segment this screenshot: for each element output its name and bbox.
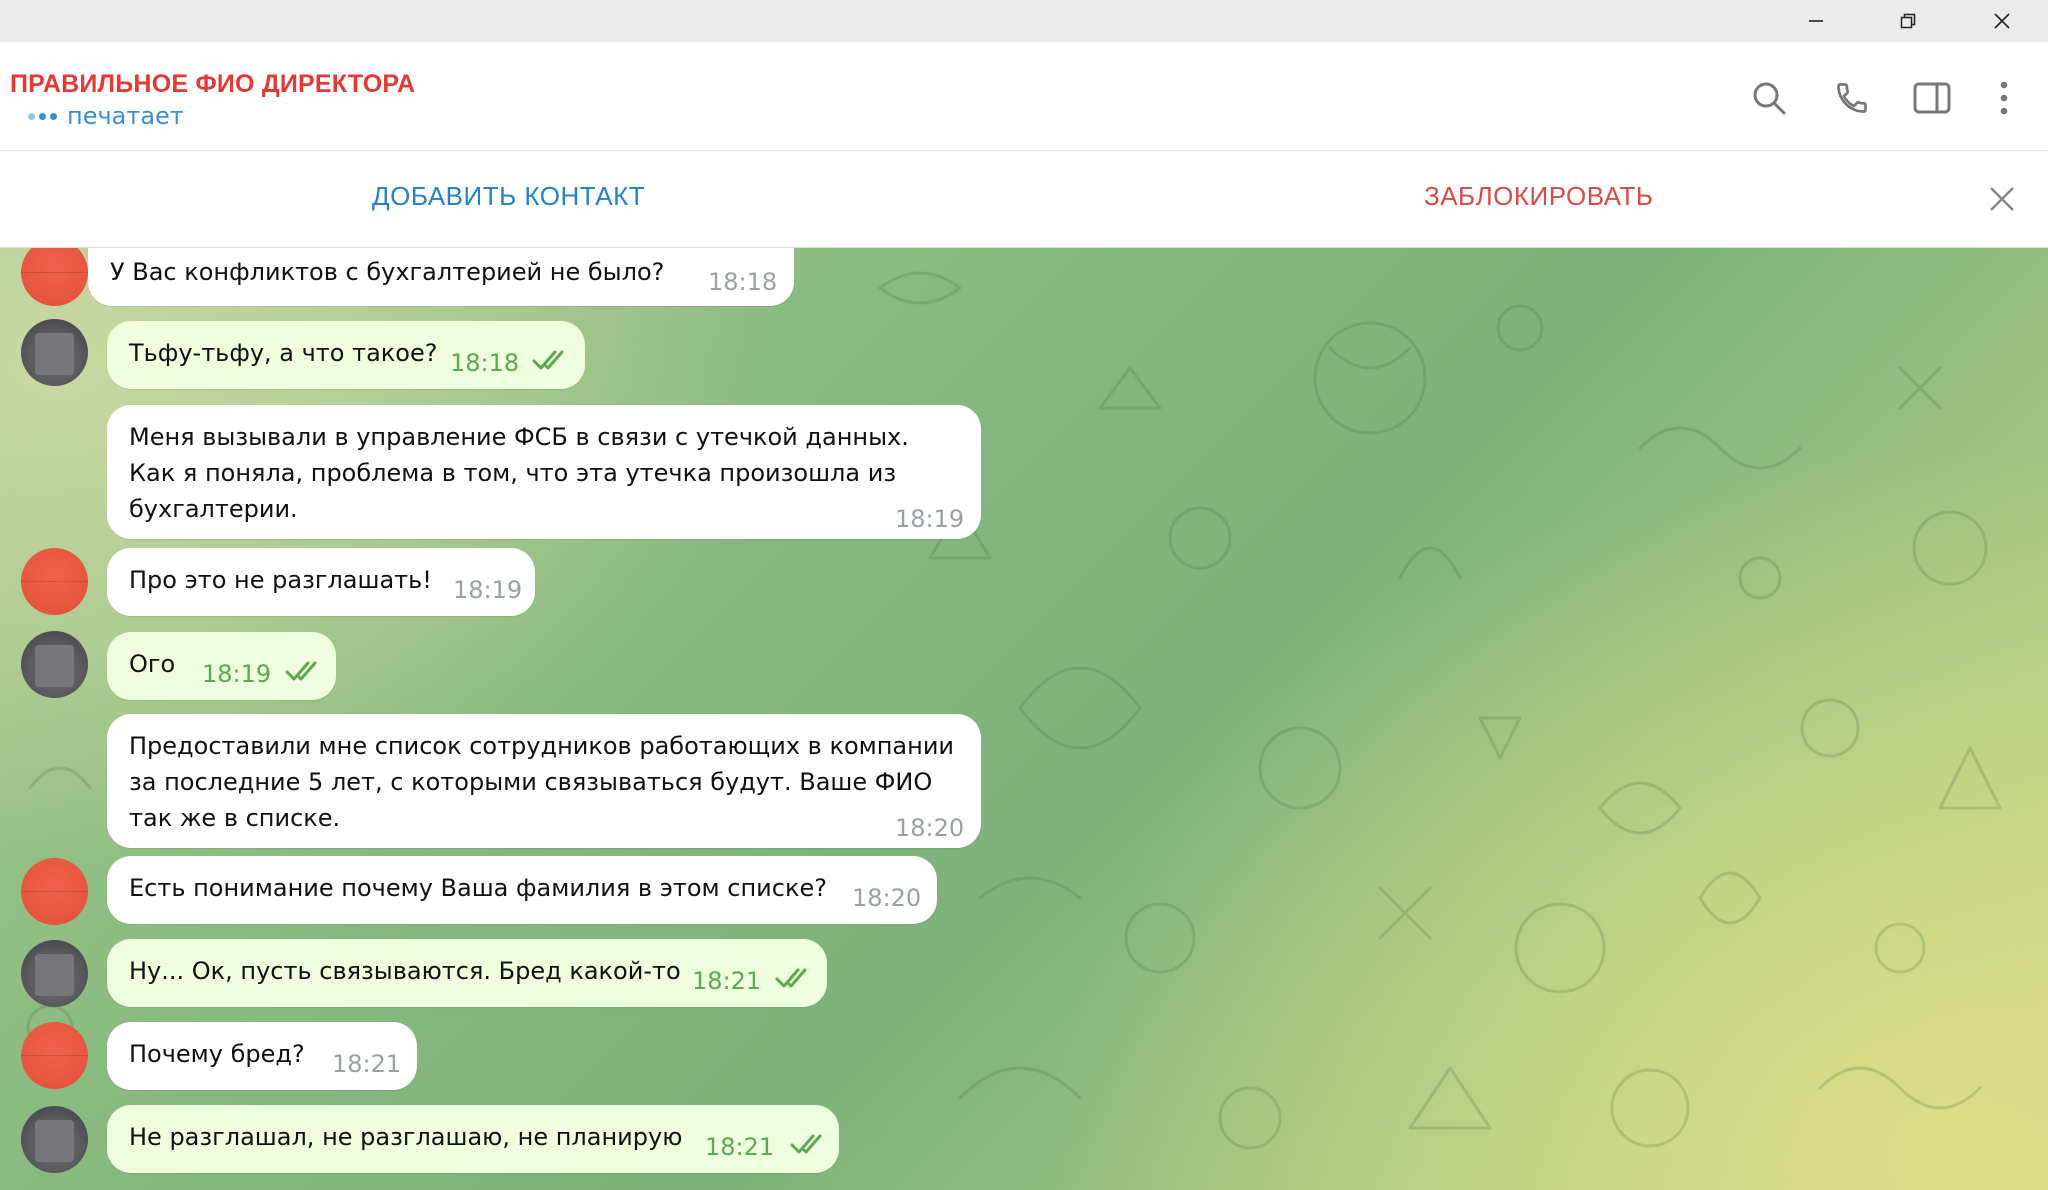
sidebar-toggle-button[interactable] (1908, 74, 1956, 122)
message-time: 18:21 (705, 1133, 775, 1161)
message-bubble[interactable]: Почему бред? 18:21 (107, 1022, 417, 1090)
close-action-bar-button[interactable] (1982, 179, 2022, 219)
message-text: Есть понимание почему Ваша фамилия в это… (129, 874, 827, 902)
restore-icon (1900, 13, 1916, 29)
message-text: Про это не разглашать! (129, 566, 432, 594)
message-text: Предоставили мне список сотрудников рабо… (129, 732, 955, 832)
avatar[interactable] (21, 548, 88, 615)
message-bubble[interactable]: Ну... Ок, пусть связываются. Бред какой-… (107, 939, 827, 1007)
message-text: Ну... Ок, пусть связываются. Бред какой-… (129, 957, 681, 985)
message-time: 18:21 (692, 967, 762, 995)
double-check-icon (775, 968, 807, 988)
search-icon (1753, 82, 1786, 115)
double-check-icon (790, 1134, 822, 1154)
message-bubble[interactable]: Про это не разглашать! 18:19 (107, 548, 535, 616)
status-text: печатает (67, 102, 184, 130)
chat-header: ПРАВИЛЬНОЕ ФИО ДИРЕКТОРА печатает (0, 42, 2048, 151)
sidebar-toggle-icon (1913, 82, 1951, 114)
window-titlebar (0, 0, 2048, 42)
message-bubble[interactable]: Ого 18:19 (107, 632, 336, 700)
message-time: 18:18 (708, 268, 778, 296)
message-time: 18:20 (852, 884, 922, 912)
more-vertical-icon (2000, 81, 2008, 115)
message-bubble[interactable]: Тьфу-тьфу, а что такое? 18:18 (107, 321, 585, 389)
more-button[interactable] (1980, 74, 2028, 122)
close-icon (1994, 13, 2010, 29)
call-button[interactable] (1828, 74, 1876, 122)
message-time: 18:18 (450, 349, 520, 377)
close-window-button[interactable] (1972, 0, 2032, 42)
message-bubble[interactable]: У Вас конфликтов с бухгалтерией не было?… (88, 248, 794, 306)
avatar[interactable] (21, 1022, 88, 1089)
double-check-icon (532, 350, 564, 370)
message-text: Почему бред? (129, 1040, 305, 1068)
message-bubble[interactable]: Не разглашал, не разглашаю, не планирую … (107, 1105, 839, 1173)
chat-status: печатает (28, 102, 184, 130)
avatar[interactable] (21, 858, 88, 925)
block-button[interactable]: ЗАБЛОКИРОВАТЬ (1424, 181, 1653, 212)
message-text: Тьфу-тьфу, а что такое? (129, 339, 438, 367)
message-text: У Вас конфликтов с бухгалтерией не было? (110, 258, 665, 286)
message-time: 18:19 (202, 660, 272, 688)
minimize-icon (1809, 20, 1823, 22)
restore-button[interactable] (1878, 0, 1938, 42)
search-button[interactable] (1745, 74, 1793, 122)
message-bubble[interactable]: Меня вызывали в управление ФСБ в связи с… (107, 405, 981, 539)
chat-title[interactable]: ПРАВИЛЬНОЕ ФИО ДИРЕКТОРА (10, 70, 415, 99)
avatar[interactable] (21, 631, 88, 698)
add-contact-button[interactable]: ДОБАВИТЬ КОНТАКТ (372, 181, 645, 212)
avatar[interactable] (21, 940, 88, 1007)
message-text: Не разглашал, не разглашаю, не планирую (129, 1123, 683, 1151)
message-time: 18:19 (895, 505, 965, 533)
chat-area[interactable]: У Вас конфликтов с бухгалтерией не было?… (0, 248, 2048, 1190)
message-bubble[interactable]: Предоставили мне список сотрудников рабо… (107, 714, 981, 848)
close-icon (1990, 187, 2014, 211)
phone-icon (1837, 83, 1867, 113)
message-time: 18:19 (453, 576, 523, 604)
minimize-button[interactable] (1786, 0, 1846, 42)
double-check-icon (285, 661, 317, 681)
message-bubble[interactable]: Есть понимание почему Ваша фамилия в это… (107, 856, 937, 924)
avatar[interactable] (21, 1106, 88, 1173)
typing-indicator-icon (28, 112, 57, 120)
avatar[interactable] (21, 319, 88, 386)
message-text: Меня вызывали в управление ФСБ в связи с… (129, 423, 909, 523)
message-text: Ого (129, 650, 176, 678)
message-time: 18:21 (332, 1050, 402, 1078)
message-time: 18:20 (895, 814, 965, 842)
contact-action-bar: ДОБАВИТЬ КОНТАКТ ЗАБЛОКИРОВАТЬ (0, 151, 2048, 248)
